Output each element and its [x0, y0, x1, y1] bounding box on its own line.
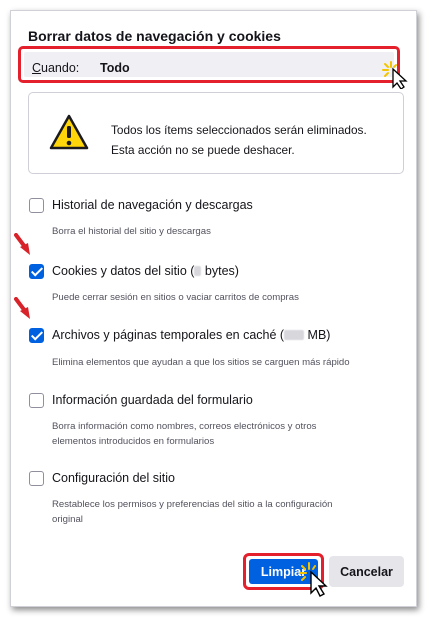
time-range-value[interactable]: Todo — [100, 61, 130, 75]
time-range-select[interactable]: Cuando: Todo — [24, 52, 394, 77]
time-range-highlight: Cuando: Todo — [18, 46, 408, 89]
cursor-icon — [299, 562, 328, 597]
form-data-desc: Borra información como nombres, correos … — [52, 421, 317, 447]
site-settings-label[interactable]: Configuración del sitio — [52, 471, 175, 485]
site-settings-checkbox[interactable] — [29, 471, 44, 486]
cancel-button[interactable]: Cancelar — [329, 556, 404, 587]
cache-checkbox[interactable] — [29, 328, 44, 343]
form-data-label[interactable]: Información guardada del formulario — [52, 393, 253, 407]
clear-data-dialog: Borrar datos de navegación y cookies Cua… — [10, 10, 417, 607]
cache-label[interactable]: Archivos y páginas temporales en caché (… — [52, 328, 330, 342]
form-data-checkbox[interactable] — [29, 393, 44, 408]
cookies-label[interactable]: Cookies y datos del sitio ( bytes) — [52, 264, 239, 278]
time-range-label: Cuando: — [32, 61, 80, 75]
cache-desc: Elimina elementos que ayudan a que los s… — [52, 357, 350, 368]
cookies-checkbox[interactable] — [29, 264, 44, 279]
warning-line-2: Esta acción no se puede deshacer. — [111, 143, 295, 157]
red-arrow-icon — [14, 297, 30, 319]
warning-text: Todos los ítems seleccionados serán elim… — [111, 120, 367, 160]
history-checkbox[interactable] — [29, 198, 44, 213]
red-arrow-icon — [14, 233, 30, 255]
dialog-title: Borrar datos de navegación y cookies — [28, 28, 281, 44]
warning-line-1: Todos los ítems seleccionados serán elim… — [111, 123, 367, 137]
site-settings-desc: Restablece los permisos y preferencias d… — [52, 499, 333, 525]
cursor-icon — [382, 61, 408, 89]
warning-icon — [49, 114, 89, 150]
warning-box: Todos los ítems seleccionados serán elim… — [28, 92, 404, 174]
history-desc: Borra el historial del sitio y descargas — [52, 226, 211, 237]
cookies-desc: Puede cerrar sesión en sitios o vaciar c… — [52, 292, 299, 303]
history-label[interactable]: Historial de navegación y descargas — [52, 198, 253, 212]
